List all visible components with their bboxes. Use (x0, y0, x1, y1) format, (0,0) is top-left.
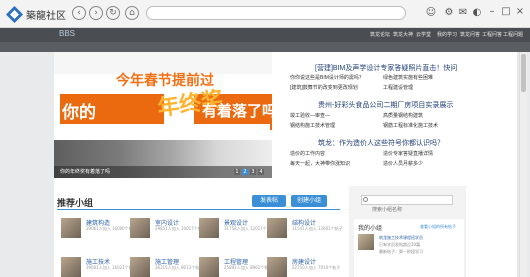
group-thumbnail (267, 218, 287, 238)
news-item[interactable]: 竣工验收—审查— (290, 112, 330, 119)
search-icon[interactable] (363, 197, 368, 202)
site-subnav-bar (0, 42, 530, 52)
group-thumbnail (130, 218, 150, 238)
group-card[interactable]: 房建设计 22710人加入 7910个帖子 (267, 257, 340, 277)
nav-link-7[interactable]: 工程问题 (503, 31, 523, 38)
news-item[interactable]: 造价的工作内容 (290, 150, 325, 157)
group-meta: 26315人加入 9013个帖子 (155, 265, 204, 270)
banner-page-1[interactable]: 1 (234, 169, 240, 175)
minimize-button[interactable]: – (486, 5, 498, 19)
nav-link-6[interactable]: 工程问答 (482, 31, 502, 38)
group-card[interactable]: 结构设计 31541人加入 13601个帖子 (267, 218, 343, 238)
groups-section-divider (57, 209, 340, 210)
skin-icon[interactable]: ◐ (471, 7, 483, 19)
group-meta: 22710人加入 7910个帖子 (292, 265, 341, 270)
app-logo-icon (6, 6, 23, 23)
group-card[interactable]: 施工技术 39001人加入 16021个帖子 (61, 257, 137, 277)
mail-icon[interactable]: ✉ (457, 7, 469, 19)
group-search-input[interactable] (362, 206, 442, 214)
group-thumbnail (130, 257, 150, 277)
news-item[interactable]: [建筑]鼓舞节的改变到更改规划 (290, 84, 358, 91)
group-meta: 25891人加入 8962个帖子 (224, 265, 273, 270)
group-thumbnail (61, 257, 81, 277)
groups-section-title: 推荐小组 (57, 199, 94, 209)
banner-line-2-right: 有着落了吗? (202, 102, 272, 120)
banner-page-4[interactable]: 4 (258, 169, 264, 175)
create-group-button[interactable]: 创建小组 (291, 195, 327, 207)
group-thumbnail (267, 257, 287, 277)
scrollbar[interactable] (519, 52, 527, 277)
nav-link-2[interactable]: 筑龙大神 (393, 31, 413, 38)
banner-page-2[interactable]: 2 (242, 169, 248, 175)
group-card[interactable]: 景观设计 31758人加入 12017个帖子 (199, 218, 275, 238)
address-bar[interactable] (146, 6, 406, 20)
news-headline[interactable]: 筑龙：作为造价人这些符号你都认识吗？ (318, 138, 444, 148)
post-button[interactable]: 发表帖 (252, 195, 286, 207)
news-item[interactable]: 绿色建筑实施有些困难 (383, 74, 433, 81)
refresh-button[interactable]: ↻ (106, 6, 120, 20)
group-card[interactable]: 工程管理 25891人加入 8962个帖子 (199, 257, 272, 277)
news-item[interactable]: 你你说这些是BIM设计师的需吗？ (290, 74, 364, 81)
group-thumbnail (199, 218, 219, 238)
user-icon[interactable]: ☺ (425, 7, 437, 19)
banner-page-3[interactable]: 3 (250, 169, 256, 175)
news-item[interactable]: 高质量钢结构建筑 (383, 112, 423, 119)
settings-icon[interactable]: ⚙ (443, 7, 455, 19)
nav-link-5[interactable]: 筑龙问答 (460, 31, 480, 38)
news-item[interactable]: 工程建设管理 (383, 84, 413, 91)
group-meta: 31541人加入 13601个帖子 (292, 226, 343, 231)
news-item[interactable]: 每天一起，大神带你涨知识 (290, 160, 350, 167)
my-group-thumbnail[interactable] (358, 234, 374, 250)
my-group-latest: 最新帖子：第一阶段学习 (379, 249, 423, 254)
app-title: 築龍社区 (26, 11, 66, 22)
nav-link-1[interactable]: 筑龙论坛 (370, 31, 390, 38)
banner-stripe-end (270, 120, 272, 130)
home-button[interactable]: ⌂ (125, 6, 139, 20)
group-thumbnail (61, 218, 81, 238)
scrollbar-thumb[interactable] (521, 54, 526, 92)
group-card[interactable]: 施工管理 26315人加入 9013个帖子 (130, 257, 203, 277)
news-item[interactable]: 钢结构施工技术管理 (290, 122, 335, 129)
maximize-button[interactable]: □ (500, 5, 512, 19)
group-card[interactable]: 室内设计 29851人加入 10017个帖子 (130, 218, 206, 238)
my-group-name[interactable]: 筑龙施工技术课程班学员 (379, 235, 423, 241)
group-search-box[interactable] (361, 195, 453, 214)
window-titlebar: 築龍社区 ‹ › ↻ ⌂ ☺ ⚙ ✉ ◐ – □ × (0, 0, 530, 28)
see-all-link[interactable]: 查看小组的所有帖子 (420, 224, 456, 230)
news-headline[interactable]: 贵州-好彩头食品公司二期厂房项目实录展示 (318, 100, 453, 110)
banner-carousel[interactable]: 今年春节提前过 你的 年终奖 有着落了吗? 你的年终奖有着落了吗 1 2 3 4 (54, 52, 272, 178)
news-item[interactable]: 造价人员月薪多少 (383, 160, 423, 167)
forward-button[interactable]: › (89, 6, 103, 20)
my-group-info: 已有学员发帖超过10篇 (379, 242, 421, 247)
group-thumbnail (199, 257, 219, 277)
nav-link-4[interactable]: 我的学习 (437, 31, 457, 38)
news-item[interactable]: 钢筋工程标准化施工技术 (383, 122, 438, 129)
group-card[interactable]: 建筑构造 39061人加入 16000个帖子 (61, 218, 137, 238)
my-groups-title: 我的小组 (358, 225, 383, 232)
back-button[interactable]: ‹ (72, 6, 86, 20)
news-item[interactable]: 造价专家答疑直播详情 (383, 150, 433, 157)
banner-caption: 你的年终奖有着落了吗 (60, 169, 111, 175)
news-headline[interactable]: [营建]BIM及声学设计专家答疑照片直击！快问 (315, 63, 457, 73)
nav-link-3[interactable]: 云学堂 (416, 31, 431, 38)
close-button[interactable]: × (514, 5, 526, 19)
bbs-label: BBS (59, 29, 76, 38)
banner-line-2-left: 你的 (62, 103, 96, 123)
